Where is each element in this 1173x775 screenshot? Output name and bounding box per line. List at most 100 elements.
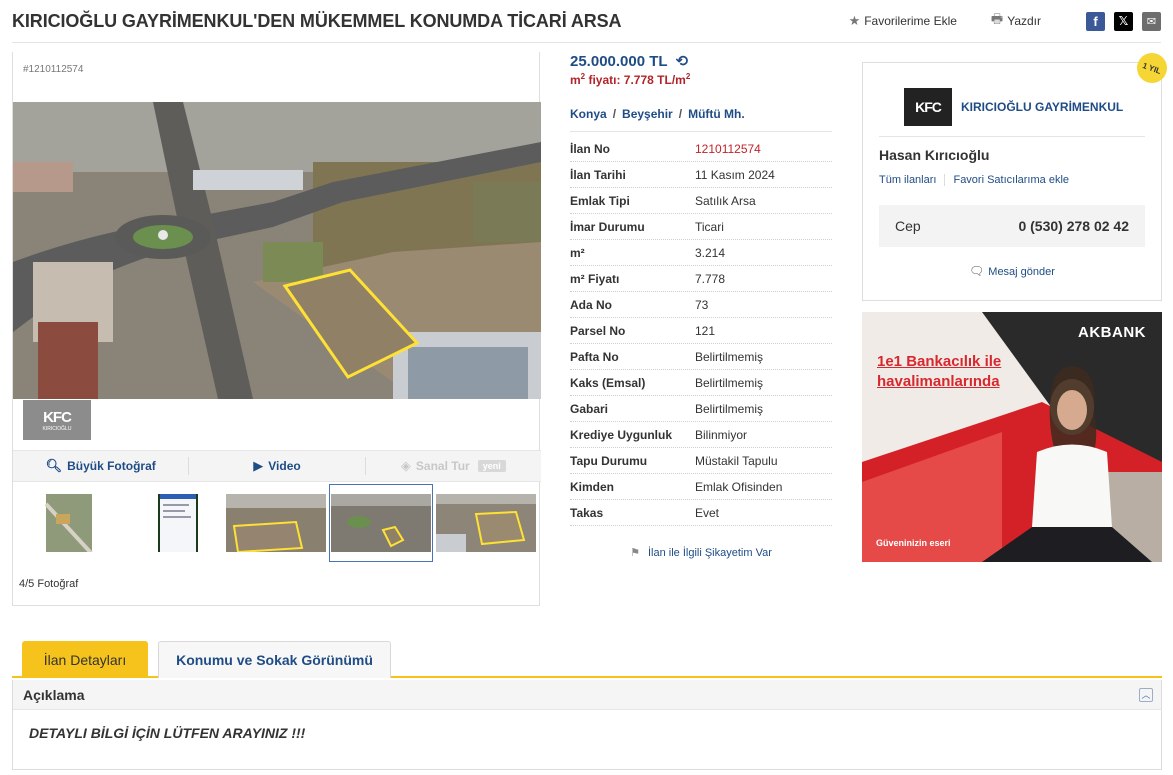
detail-row: Parsel No 121 <box>570 318 832 344</box>
magnifier-icon: 🔍︎ <box>45 458 63 473</box>
detail-value: 73 <box>695 297 709 312</box>
complaint-link[interactable]: ⚑ İlan ile İlgili Şikayetim Var <box>570 546 832 559</box>
breadcrumb-neighborhood[interactable]: Müftü Mh. <box>688 107 745 121</box>
firm-name[interactable]: KIRICIOĞLU GAYRİMENKUL <box>961 100 1123 114</box>
detail-row: Krediye Uygunluk Bilinmiyor <box>570 422 832 448</box>
detail-key: Kimden <box>570 479 615 494</box>
seller-links: Tüm ilanları Favori Satıcılarıma ekle <box>879 174 1069 186</box>
header-divider <box>12 42 1161 43</box>
banner-slogan-line2: havalimanlarında <box>877 373 1000 390</box>
complaint-label: İlan ile İlgili Şikayetim Var <box>647 547 772 559</box>
price: 25.000.000 TL ⟲ <box>570 52 832 71</box>
video-button[interactable]: ▶ Video <box>189 457 366 475</box>
breadcrumb-district[interactable]: Beyşehir <box>622 107 673 121</box>
price-history-icon[interactable]: ⟲ <box>676 52 689 70</box>
cube-icon: ◈ <box>400 458 411 473</box>
photo-counter: 4/5 Fotoğraf <box>19 578 79 590</box>
photo-gallery: #1210112574 KFC KIRICIOĞLU 🔍︎ Büyük Foto… <box>12 52 541 606</box>
thumbnail[interactable] <box>14 484 118 562</box>
logo-text: KFC <box>43 408 72 426</box>
print-label: Yazdır <box>1007 14 1041 28</box>
virtual-tour-button[interactable]: ◈ Sanal Tur yeni <box>366 457 541 475</box>
detail-value: Belirtilmemiş <box>695 349 764 364</box>
print-link[interactable]: 🖶 Yazdır <box>991 10 1041 32</box>
favorite-label: Favorilerime Ekle <box>864 14 957 28</box>
detail-value: Emlak Ofisinden <box>695 479 783 494</box>
detail-key: Emlak Tipi <box>570 193 630 208</box>
send-message-link[interactable]: 🗨 Mesaj gönder <box>863 264 1161 278</box>
detail-value: Belirtilmemiş <box>695 375 764 390</box>
detail-value: Evet <box>695 505 720 520</box>
banner-slogan-line1: 1e1 Bankacılık ile <box>877 353 1002 370</box>
detail-key: m² <box>570 245 585 260</box>
send-message-label: Mesaj gönder <box>988 266 1055 278</box>
firm-logo: KFC <box>904 87 952 126</box>
new-badge: yeni <box>477 460 506 472</box>
firm-info[interactable]: KFC KIRICIOĞLU GAYRİMENKUL <box>879 83 1145 137</box>
favorite-link[interactable]: ★ Favorilerime Ekle <box>849 13 957 29</box>
details-table: İlan No 1210112574 İlan Tarihi 11 Kasım 20… <box>570 136 832 526</box>
detail-value: 121 <box>695 323 716 338</box>
mail-icon[interactable]: ✉ <box>1142 11 1161 31</box>
detail-row: m² 3.214 <box>570 240 832 266</box>
detail-key: Takas <box>570 505 604 520</box>
m2-sup-unit: 2 <box>685 72 691 81</box>
detail-key: Ada No <box>570 297 612 312</box>
detail-key: m² Fiyatı <box>570 271 620 286</box>
tab-listing-details[interactable]: İlan Detayları <box>22 641 148 678</box>
detail-value: Ticari <box>695 219 724 234</box>
printer-icon: 🖶 <box>990 11 1004 26</box>
facebook-icon[interactable]: f <box>1086 11 1105 31</box>
virtual-tour-label: Sanal Tur <box>415 459 470 473</box>
x-icon[interactable]: 𝕏 <box>1114 11 1133 31</box>
detail-key: Tapu Durumu <box>570 453 648 468</box>
description-header: Açıklama ︿ <box>13 680 1161 710</box>
breadcrumb: Konya / Beyşehir / Müftü Mh. <box>570 107 832 132</box>
detail-row: Kimden Emlak Ofisinden <box>570 474 832 500</box>
seller-card: 1 YIL KFC KIRICIOĞLU GAYRİMENKUL Hasan K… <box>862 48 1172 301</box>
detail-key: İlan No <box>570 141 611 156</box>
description-title: Açıklama <box>23 686 85 703</box>
description-section: Açıklama ︿ DETAYLI BİLGİ İÇİN LÜTFEN ARA… <box>12 680 1162 770</box>
banner-footer: Güveninizin eseri <box>876 538 951 548</box>
ad-banner[interactable]: AKBANK 1e1 Bankacılık ile havalimanların… <box>862 312 1162 562</box>
watermark-logo: KFC KIRICIOĞLU <box>23 400 91 440</box>
thumbnail-selected[interactable] <box>329 484 433 562</box>
detail-key: İlan Tarihi <box>570 167 626 182</box>
thumbnail[interactable] <box>119 484 223 562</box>
favorite-seller-link[interactable]: Favori Satıcılarıma ekle <box>944 174 1069 186</box>
detail-row: Tapu Durumu Müstakil Tapulu <box>570 448 832 474</box>
detail-row: İmar Durumu Ticari <box>570 214 832 240</box>
main-photo[interactable] <box>13 102 541 399</box>
m2-prefix: m <box>570 73 581 87</box>
detail-value: 11 Kasım 2024 <box>695 167 775 182</box>
star-icon: ★ <box>848 13 861 28</box>
detail-row: İlan Tarihi 11 Kasım 2024 <box>570 162 832 188</box>
phone-number[interactable]: 0 (530) 278 02 42 <box>1018 218 1129 234</box>
content-tabs: İlan Detayları Konumu ve Sokak Görünümü <box>12 641 1162 678</box>
big-photo-label: Büyük Fotoğraf <box>67 459 156 473</box>
breadcrumb-sep: / <box>678 107 683 121</box>
tab-location[interactable]: Konumu ve Sokak Görünümü <box>158 641 391 678</box>
big-photo-button[interactable]: 🔍︎ Büyük Fotoğraf <box>13 457 190 475</box>
listing-info: 25.000.000 TL ⟲ m2 fiyatı: 7.778 TL/m2 K… <box>570 52 832 559</box>
detail-value: Bilinmiyor <box>695 427 748 442</box>
detail-value: 7.778 <box>695 271 726 286</box>
thumbnail[interactable] <box>434 484 538 562</box>
breadcrumb-city[interactable]: Konya <box>570 107 607 121</box>
detail-value: 3.214 <box>695 245 726 260</box>
banner-slogan: 1e1 Bankacılık ile havalimanlarında <box>877 352 1001 392</box>
detail-row: Pafta No Belirtilmemiş <box>570 344 832 370</box>
detail-key: Krediye Uygunluk <box>570 427 673 442</box>
all-ads-link[interactable]: Tüm ilanları <box>879 174 936 186</box>
detail-row: İlan No 1210112574 <box>570 136 832 162</box>
breadcrumb-sep: / <box>612 107 617 121</box>
play-circle-icon: ▶ <box>253 458 264 473</box>
m2-price: m2 fiyatı: 7.778 TL/m2 <box>570 72 832 87</box>
collapse-icon[interactable]: ︿ <box>1139 687 1153 702</box>
chat-icon: 🗨 <box>969 264 985 278</box>
detail-value: Müstakil Tapulu <box>695 453 778 468</box>
thumbnail-strip <box>13 484 541 564</box>
thumbnail[interactable] <box>224 484 328 562</box>
banner-brand: AKBANK <box>1078 324 1146 341</box>
